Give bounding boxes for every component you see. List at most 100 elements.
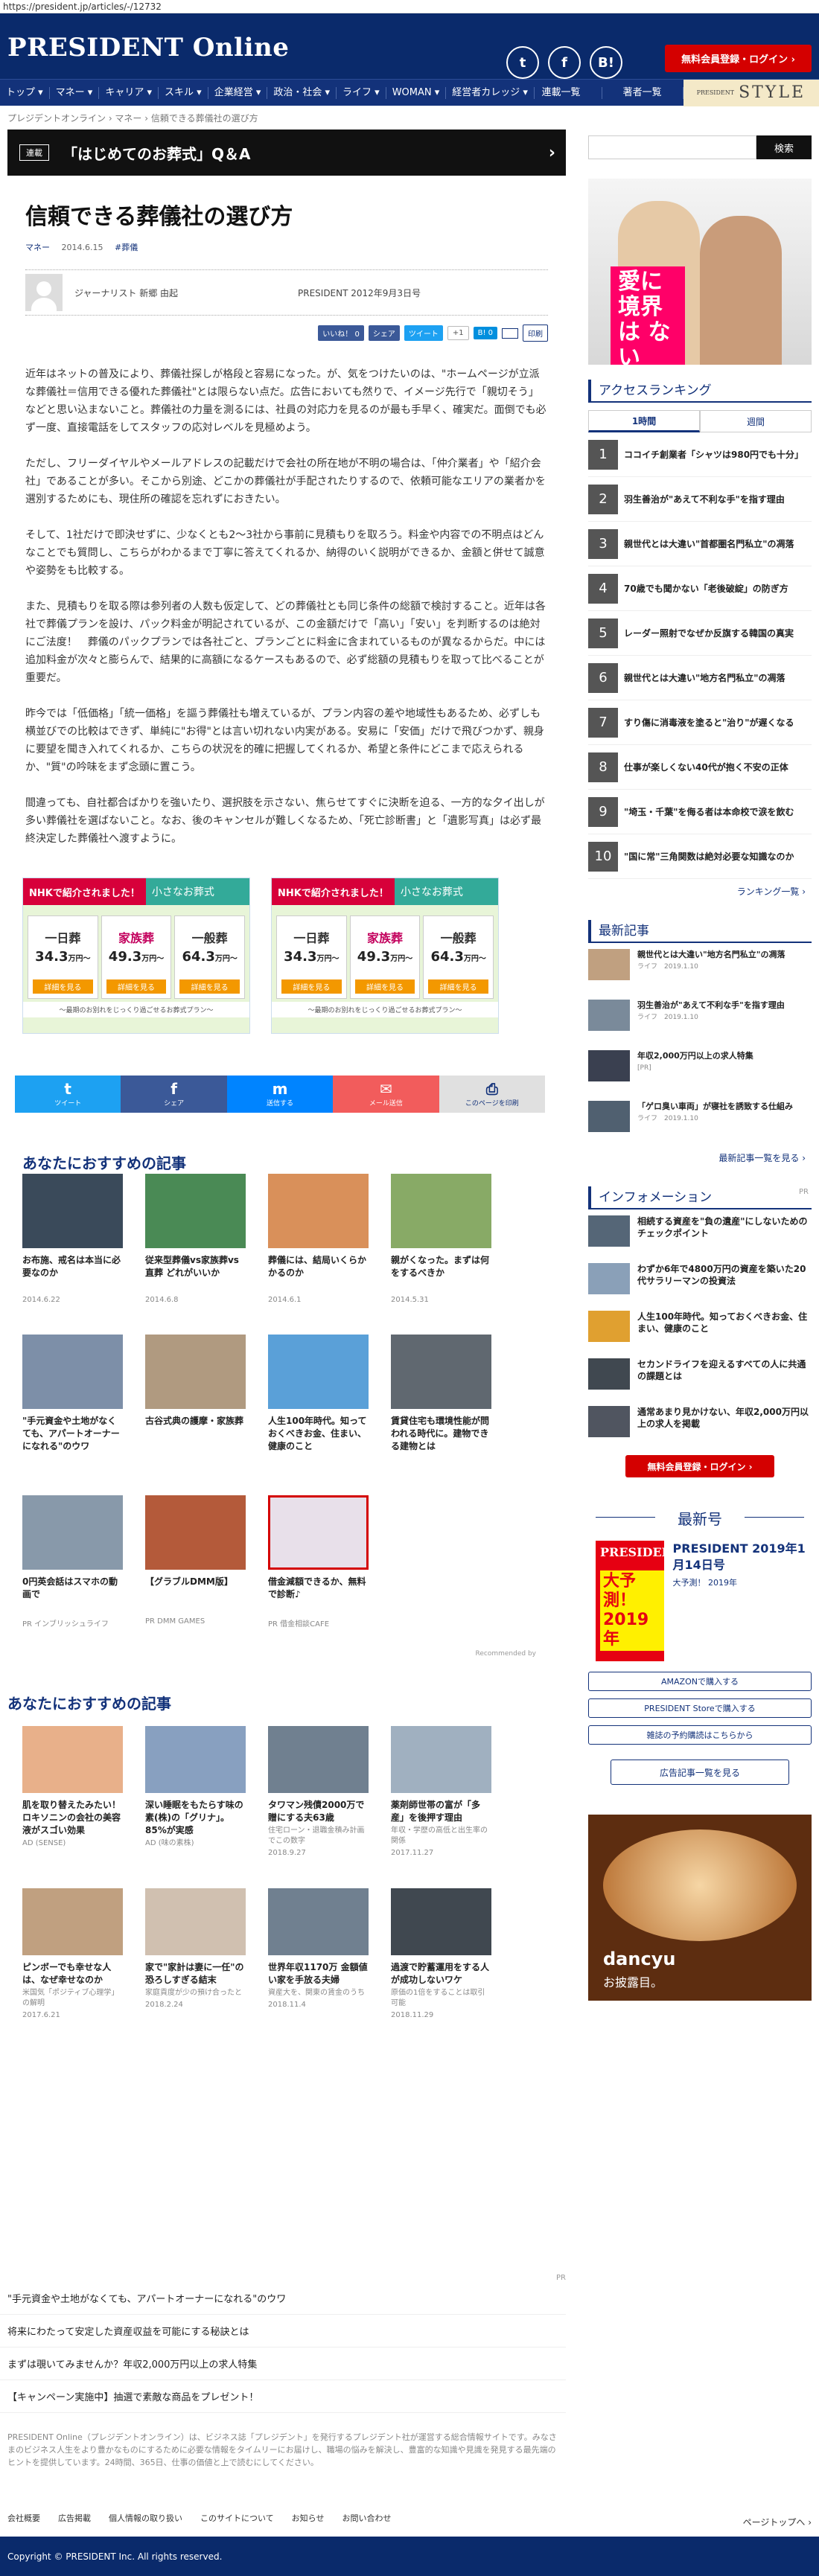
register-login-button[interactable]: 無料会員登録・ログイン › [665, 45, 812, 72]
store-buy-button[interactable]: PRESIDENT Storeで購入する [588, 1698, 812, 1718]
detail-button[interactable]: 詳細を見る [354, 979, 415, 994]
magazine-cover[interactable]: PRESIDENT 大予測！ 2019年 [596, 1541, 664, 1661]
browser-url[interactable]: https://president.jp/articles/-/12732 [0, 0, 819, 13]
pr-link[interactable]: "手元資金や土地がなくても、アパートオーナーになれる"のウワ [0, 2282, 566, 2315]
ranking-item[interactable]: 1 ココイチ創業者「シャツは980円でも十分」 [588, 432, 812, 477]
print-large-button[interactable]: ⎙ このページを印刷 [439, 1076, 546, 1113]
hatena-icon[interactable]: B! [590, 46, 622, 79]
breadcrumb[interactable]: プレジデントオンライン › マネー › 信頼できる葬儀社の選び方 [0, 106, 819, 130]
recommend-item[interactable]: 肌を取り替えたみたい！ロキソニンの会社の美容液がスゴい効果 AD (SENSE) [22, 1726, 123, 1888]
mail-large-button[interactable]: ✉ メール送信 [333, 1076, 439, 1113]
pr-link[interactable]: まずは覗いてみませんか？年収2,000万円以上の求人特集 [0, 2348, 566, 2380]
mail-icon[interactable] [502, 327, 518, 339]
ranking-item[interactable]: 7 すり傷に消毒液を塗ると"治り"が遅くなる [588, 700, 812, 745]
ranking-item[interactable]: 9 "埼玉・千葉"を侮る者は本命校で涙を飲む [588, 790, 812, 834]
sidebar-ad[interactable]: 愛に 境界は ない [588, 179, 812, 365]
tweet-button[interactable]: ツイート [404, 325, 443, 341]
info-item[interactable]: 通常あまり見かけない、年収2,000万円以上の求人を掲載 [588, 1406, 812, 1448]
recommend-item[interactable]: 薬剤師世帯の富が「多産」を後押す理由 年収・学歴の高低と出生率の関係 2017.11… [391, 1726, 491, 1888]
print-button[interactable]: 印刷 [523, 325, 548, 342]
info-item[interactable]: 相続する資産を"負の遺産"にしないためのチェックポイント [588, 1215, 812, 1257]
recommend-item[interactable]: 【グラブルDMM版】 PR DMM GAMES [145, 1495, 246, 1656]
recommend-item[interactable]: 親がくなった。まずは何をするべきか 2014.5.31 [391, 1174, 491, 1335]
author-name[interactable]: ジャーナリスト 新郷 由起 [74, 287, 298, 299]
footer-link[interactable]: お知らせ [292, 2512, 325, 2524]
nav-item-career[interactable]: キャリア ▾ [99, 86, 159, 99]
president-style-link[interactable]: PRESIDENT STYLE [683, 80, 819, 106]
twitter-icon[interactable]: t [506, 46, 539, 79]
nav-item-management[interactable]: 企業経営 ▾ [208, 86, 268, 99]
footer-link[interactable]: このサイトについて [200, 2512, 274, 2524]
footer-link[interactable]: 広告掲載 [58, 2512, 91, 2524]
plan-card[interactable]: 家族葬 49.3万円～ 詳細を見る [349, 915, 421, 999]
info-item[interactable]: セカンドライフを迎えるすべての人に共通の課題とは [588, 1358, 812, 1400]
recommend-item[interactable]: 葬儀には、結局いくらかかるのか 2014.6.1 [268, 1174, 369, 1335]
funeral-ad[interactable]: NHKで紹介されました！ 小さなお葬式 一日葬 34.3万円～ 詳細を見る 家族葬 4… [22, 878, 250, 1034]
nav-item-money[interactable]: マネー ▾ [50, 86, 100, 99]
recommend-item[interactable]: タワマン残債2000万で贈にする夫63歳 住宅ローン・退職金積み計画でこの数字 20… [268, 1726, 369, 1888]
search-input[interactable] [588, 135, 756, 159]
recommend-item[interactable]: 人生100年時代。知っておくべきお金、住まい、健康のこと [268, 1335, 369, 1495]
info-item[interactable]: わずか6年で4800万円の資産を築いた20代サラリーマンの投資法 [588, 1263, 812, 1305]
recommend-item[interactable]: 深い睡眠をもたらす味の素(株)の「グリナ」。85%が実感 AD (味の素株) [145, 1726, 246, 1888]
nav-item-politics[interactable]: 政治・社会 ▾ [267, 86, 337, 99]
latest-item[interactable]: 「ゲロ臭い車両」が寝社を誘致する仕組み ライフ 2019.1.10 [588, 1101, 812, 1145]
ranking-item[interactable]: 2 羽生善治が"あえて不利な手"を指す理由 [588, 477, 812, 522]
latest-item[interactable]: 羽生善治が"あえて不利な手"を指す理由 ライフ 2019.1.10 [588, 1000, 812, 1044]
facebook-share-button[interactable]: シェア [368, 325, 400, 341]
nav-item-top[interactable]: トップ ▾ [0, 86, 50, 99]
recommend-item[interactable]: ピンボーでも幸せな人は、なぜ幸せなのか 米国気「ポジティブ心理学」の解明 2017.… [22, 1888, 123, 2051]
page-top-link[interactable]: ページトップへ › [743, 2516, 812, 2528]
tab-weekly[interactable]: 週間 [700, 410, 812, 432]
plan-card[interactable]: 一般葬 64.3万円～ 詳細を見る [423, 915, 494, 999]
ranking-more-link[interactable]: ランキング一覧 › [588, 885, 806, 898]
ranking-item[interactable]: 5 レーダー照射でなぜか反旗する韓国の真実 [588, 611, 812, 656]
facebook-large-button[interactable]: f シェア [121, 1076, 227, 1113]
nav-item-authors[interactable]: 著者一覧 [602, 87, 683, 99]
hatena-bookmark-button[interactable]: B! 0 [473, 327, 497, 339]
plan-card[interactable]: 一日葬 34.3万円～ 詳細を見る [276, 915, 347, 999]
recommend-item[interactable]: 家で"家計は妻に一任"の恐ろしすぎる結末 家庭貢度が少の預け合ったと 2018.2.… [145, 1888, 246, 2051]
magazine-title[interactable]: PRESIDENT 2019年1月14日号 [673, 1541, 812, 1573]
tweet-large-button[interactable]: t ツイート [15, 1076, 121, 1113]
pr-link[interactable]: 【キャンペーン実施中】抽選で素敵な商品をプレゼント！ [0, 2380, 566, 2413]
detail-button[interactable]: 詳細を見る [281, 979, 342, 994]
article-category[interactable]: マネー [25, 243, 50, 252]
latest-item[interactable]: 親世代とは大違い"地方名門私立"の凋落 ライフ 2019.1.10 [588, 949, 812, 994]
footer-link[interactable]: 個人情報の取り扱い [109, 2512, 182, 2524]
amazon-buy-button[interactable]: AMAZONで購入する [588, 1672, 812, 1691]
recommend-item[interactable]: "手元資金や土地がなくても、アパートオーナーになれる"のウワ [22, 1335, 123, 1495]
recommend-item[interactable]: 世界年収1170万 金額値い家を手放る夫婦 資産大を、関東の賃金のうち 2018.1… [268, 1888, 369, 2051]
ranking-item[interactable]: 6 親世代とは大違い"地方名門私立"の凋落 [588, 656, 812, 700]
plan-card[interactable]: 一般葬 64.3万円～ 詳細を見る [174, 915, 246, 999]
detail-button[interactable]: 詳細を見る [106, 979, 167, 994]
recommend-item[interactable]: 従来型葬儀vs家族葬vs直葬 どれがいいか 2014.6.8 [145, 1174, 246, 1335]
recommend-item[interactable]: 過渡で貯蓄運用をする人が成功しないワケ 原価の1倍をすることは取引可能 2018.1… [391, 1888, 491, 2051]
ranking-item[interactable]: 3 親世代とは大違い"首都圏名門私立"の凋落 [588, 522, 812, 566]
site-logo[interactable]: PRESIDENT Online [7, 33, 289, 63]
recommend-item[interactable]: 借金減額できるか、無料で診断♪ PR 借金相談CAFE [268, 1495, 369, 1656]
nav-item-series[interactable]: 連載一覧 [521, 87, 602, 99]
facebook-icon[interactable]: f [548, 46, 581, 79]
funeral-ad[interactable]: NHKで紹介されました！ 小さなお葬式 一日葬 34.3万円～ 詳細を見る 家族葬 4… [271, 878, 499, 1034]
recommend-item[interactable]: 賃貸住宅も環境性能が問われる時代に。建物できる建物とは [391, 1335, 491, 1495]
latest-item[interactable]: 年収2,000万円以上の求人特集 [PR] [588, 1050, 812, 1095]
latest-more-link[interactable]: 最新記事一覧を見る › [588, 1151, 806, 1164]
article-tag[interactable]: #葬儀 [115, 243, 138, 252]
pr-link[interactable]: 将来にわたって安定した資産収益を可能にする秘訣とは [0, 2315, 566, 2348]
nav-item-skill[interactable]: スキル ▾ [159, 86, 208, 99]
ranking-item[interactable]: 8 仕事が楽しくない40代が抱く不安の正体 [588, 745, 812, 790]
messenger-large-button[interactable]: m 送信する [226, 1076, 334, 1113]
tab-hourly[interactable]: 1時間 [588, 410, 700, 432]
series-banner[interactable]: 連載 「はじめてのお葬式」Q＆A › [7, 130, 566, 176]
dancyu-ad[interactable]: dancyu お披露目。 [588, 1815, 812, 2001]
plan-card[interactable]: 家族葬 49.3万円～ 詳細を見る [101, 915, 172, 999]
google-plus-button[interactable]: +1 [447, 326, 469, 340]
detail-button[interactable]: 詳細を見る [179, 979, 240, 994]
footer-link[interactable]: 会社概要 [7, 2512, 40, 2524]
detail-button[interactable]: 詳細を見る [428, 979, 489, 994]
recommend-item[interactable]: お布施、戒名は本当に必要なのか 2014.6.22 [22, 1174, 123, 1335]
search-button[interactable]: 検索 [756, 135, 812, 159]
recommend-item[interactable]: 0円英会話はスマホの動画で PR インブリッシュライフ [22, 1495, 123, 1656]
info-register-button[interactable]: 無料会員登録・ログイン › [625, 1455, 774, 1477]
